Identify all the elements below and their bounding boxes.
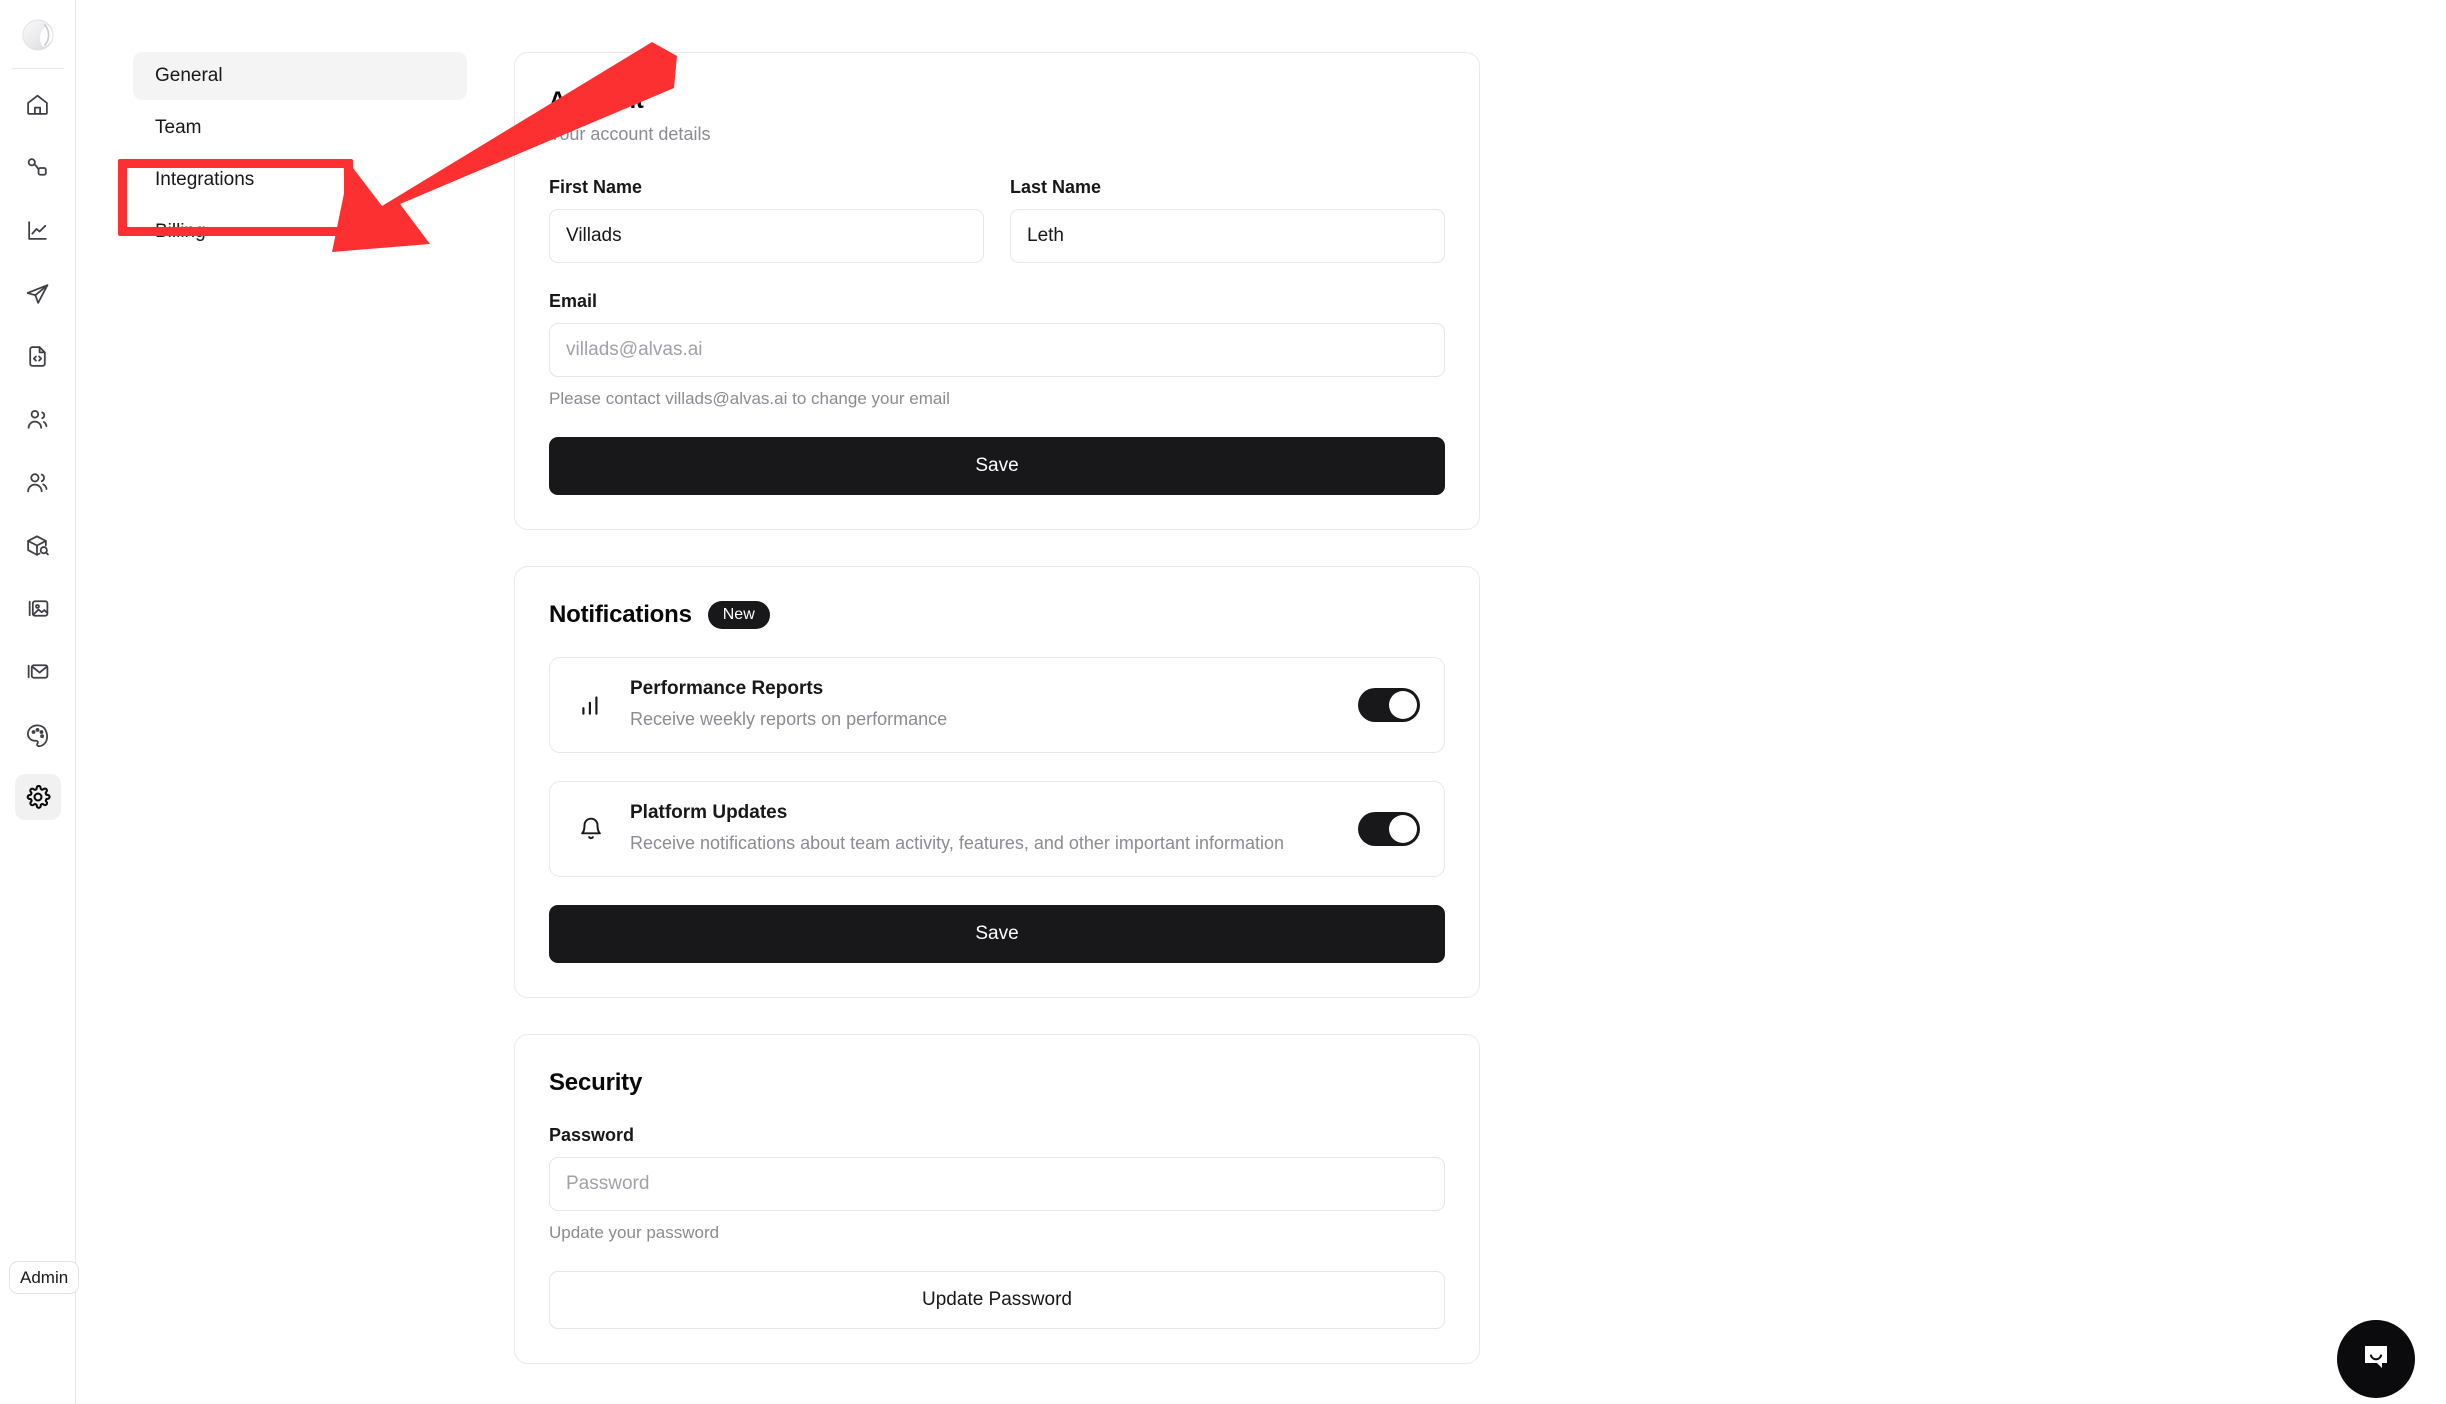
notification-desc-performance-reports: Receive weekly reports on performance xyxy=(630,709,948,729)
sidebar-item-campaigns[interactable] xyxy=(15,270,61,316)
toggle-performance-reports[interactable] xyxy=(1358,688,1420,723)
sidebar-item-products[interactable] xyxy=(15,522,61,568)
notifications-save-label: Save xyxy=(975,923,1019,945)
notification-desc-platform-updates: Receive notifications about team activit… xyxy=(630,833,1285,854)
last-name-field-group: Last Name xyxy=(1010,177,1445,263)
last-name-input[interactable] xyxy=(1010,209,1445,263)
send-icon xyxy=(25,281,50,306)
notification-row-performance-reports[interactable]: Performance Reports Receive weekly repor… xyxy=(549,657,1445,754)
chat-widget-button[interactable] xyxy=(2337,1320,2415,1398)
security-card: Security Password Update your password U… xyxy=(514,1034,1480,1365)
new-badge: New xyxy=(707,601,770,629)
security-title: Security xyxy=(549,1069,643,1097)
sidebar-item-scripts[interactable] xyxy=(15,333,61,379)
password-label: Password xyxy=(549,1125,635,1146)
first-name-label: First Name xyxy=(549,177,643,197)
sidebar-item-branding[interactable] xyxy=(15,711,61,757)
notification-title-performance-reports: Performance Reports xyxy=(630,678,824,699)
notification-row-platform-updates[interactable]: Platform Updates Receive notifications a… xyxy=(549,781,1445,878)
subnav-label-team: Team xyxy=(155,117,202,138)
sidebar-item-audience[interactable] xyxy=(15,459,61,505)
workflow-icon xyxy=(25,155,50,180)
toggle-knob xyxy=(1389,815,1417,844)
account-save-label: Save xyxy=(975,455,1019,476)
subnav-item-general[interactable]: General xyxy=(133,52,467,100)
sidebar-item-settings[interactable] xyxy=(14,774,61,820)
settings-page: Admin General Team Integrations Billing … xyxy=(0,0,2446,1404)
palette-icon xyxy=(25,722,50,747)
bell-icon xyxy=(574,816,608,842)
update-password-button[interactable]: Update Password xyxy=(549,1271,1445,1330)
first-name-input[interactable] xyxy=(549,209,984,263)
notifications-save-button[interactable]: Save xyxy=(549,905,1445,964)
app-logo[interactable] xyxy=(15,12,61,58)
users-icon xyxy=(25,470,50,495)
chat-bubble-icon xyxy=(2358,1339,2394,1380)
rail-divider xyxy=(11,68,64,69)
subnav-label-integrations: Integrations xyxy=(155,169,255,190)
email-field-group: Email Please contact villads@alvas.ai to… xyxy=(549,291,1445,409)
password-field-group: Password Update your password xyxy=(549,1125,1445,1243)
admin-badge[interactable]: Admin xyxy=(9,1261,80,1294)
sidebar-item-workflows[interactable] xyxy=(15,144,61,190)
toggle-platform-updates[interactable] xyxy=(1358,812,1420,847)
notification-title-platform-updates: Platform Updates xyxy=(630,802,788,824)
sidebar-item-home[interactable] xyxy=(15,81,61,127)
account-card: Account Your account details First Name … xyxy=(514,52,1480,530)
update-password-label: Update Password xyxy=(922,1289,1072,1311)
subnav-item-team[interactable]: Team xyxy=(133,104,467,152)
sidebar-item-contacts[interactable] xyxy=(15,396,61,442)
subnav-item-integrations[interactable]: Integrations xyxy=(133,156,467,204)
password-input[interactable] xyxy=(549,1157,1445,1212)
account-subtitle: Your account details xyxy=(549,124,711,144)
settings-gear-icon xyxy=(25,784,51,810)
notifications-title: Notifications xyxy=(549,601,692,628)
toggle-knob xyxy=(1389,691,1417,720)
email-label: Email xyxy=(549,291,598,311)
bar-chart-icon xyxy=(574,692,608,718)
sidebar-item-analytics[interactable] xyxy=(15,207,61,253)
subnav-label-general: General xyxy=(155,65,223,86)
settings-content: Account Your account details First Name … xyxy=(514,52,1480,1400)
account-save-button[interactable]: Save xyxy=(549,437,1445,495)
subnav-item-billing[interactable]: Billing xyxy=(133,208,467,256)
password-help-text: Update your password xyxy=(549,1223,720,1243)
first-name-field-group: First Name xyxy=(549,177,984,263)
code-file-icon xyxy=(25,344,50,369)
home-icon xyxy=(25,92,50,117)
account-title: Account xyxy=(549,87,644,114)
settings-subnav: General Team Integrations Billing xyxy=(133,52,467,256)
email-input[interactable] xyxy=(549,323,1445,377)
subnav-label-billing: Billing xyxy=(155,221,206,242)
contacts-icon xyxy=(25,407,50,432)
notification-text-platform-updates: Platform Updates Receive notifications a… xyxy=(630,802,1336,856)
sidebar-item-inbox[interactable] xyxy=(15,648,61,694)
last-name-label: Last Name xyxy=(1010,177,1102,197)
sidebar-item-media[interactable] xyxy=(15,585,61,631)
package-search-icon xyxy=(25,533,50,558)
inbox-icon xyxy=(25,659,50,684)
left-nav-rail: Admin xyxy=(0,0,80,1404)
image-icon xyxy=(25,596,50,621)
notification-text-performance-reports: Performance Reports Receive weekly repor… xyxy=(630,678,1336,732)
analytics-icon xyxy=(25,218,50,243)
notifications-card: Notifications New Performance Reports Re… xyxy=(514,566,1480,999)
email-help-text: Please contact villads@alvas.ai to chang… xyxy=(549,389,950,408)
